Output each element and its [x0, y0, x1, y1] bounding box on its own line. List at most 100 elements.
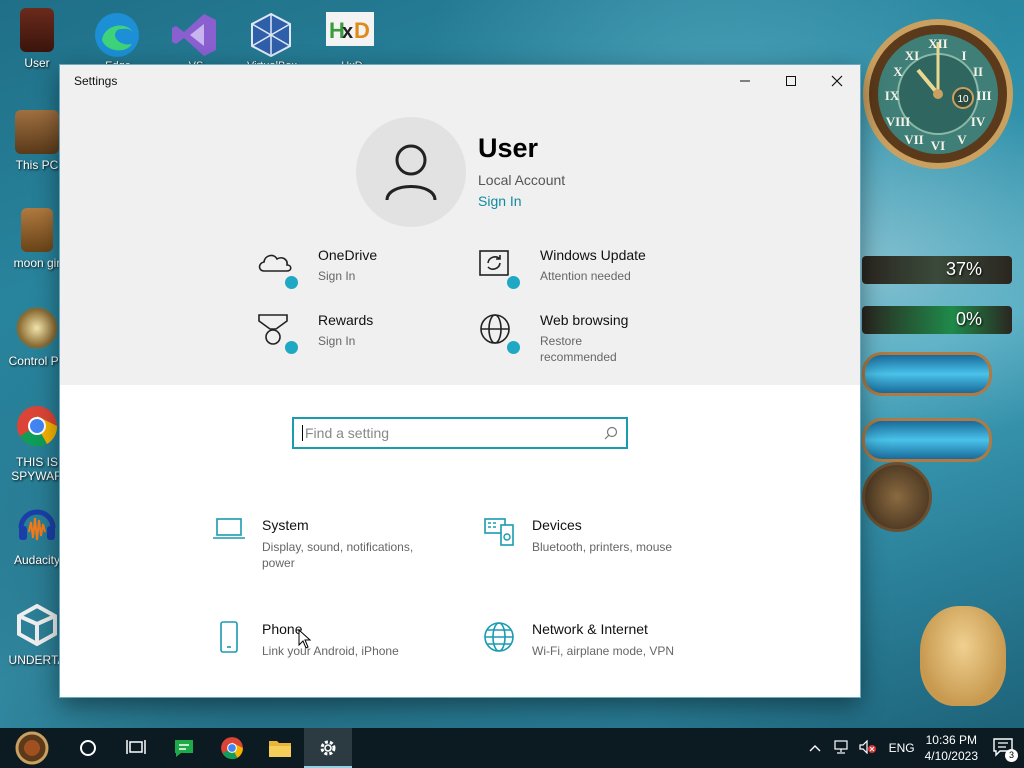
status-badge: [505, 274, 522, 291]
avatar[interactable]: [356, 117, 466, 227]
chrome-taskbar-button[interactable]: [208, 728, 256, 768]
notifications-button[interactable]: 3: [992, 737, 1018, 762]
account-header: User Local Account Sign In OneDrive Sign…: [60, 97, 860, 385]
sheets-taskbar-button[interactable]: [160, 728, 208, 768]
category-title: Network & Internet: [532, 621, 648, 637]
ram-gauge: 0%: [862, 306, 1012, 334]
moon-girl-icon: [21, 208, 53, 252]
category-network[interactable]: Network & Internet Wi-Fi, airplane mode,…: [482, 621, 702, 659]
svg-text:D: D: [354, 18, 370, 43]
clock-time: 10:36 PM: [925, 733, 977, 747]
edge-icon: [95, 13, 139, 57]
tile-title: Windows Update: [540, 247, 646, 263]
category-phone[interactable]: Phone Link your Android, iPhone: [212, 621, 432, 659]
svg-text:x: x: [342, 21, 353, 43]
search-input[interactable]: [302, 425, 604, 441]
user-icon: [385, 144, 437, 201]
svg-text:VII: VII: [904, 132, 924, 147]
audacity-icon: [18, 509, 56, 541]
start-button[interactable]: [0, 728, 64, 768]
category-system[interactable]: System Display, sound, notifications, po…: [212, 517, 432, 571]
show-hidden-icons-button[interactable]: [809, 741, 821, 755]
category-title: Devices: [532, 517, 582, 533]
tile-windows-update[interactable]: Windows Update Attention needed: [478, 247, 650, 291]
taskbar-clock[interactable]: 10:36 PM 4/10/2023: [925, 732, 978, 764]
category-subtitle: Display, sound, notifications, power: [262, 540, 414, 570]
category-devices[interactable]: Devices Bluetooth, printers, mouse: [482, 517, 702, 555]
notification-count-badge: 3: [1005, 748, 1018, 762]
user-name: User: [478, 133, 539, 163]
svg-text:10: 10: [957, 94, 969, 105]
onedrive-icon-wrap: [256, 247, 300, 291]
task-view-button[interactable]: [112, 728, 160, 768]
hamster-decoration: [920, 606, 1006, 706]
status-badge: [283, 339, 300, 356]
gear-decoration: [862, 462, 932, 532]
onedrive-cloud-icon: [258, 254, 292, 272]
settings-taskbar-button[interactable]: [304, 728, 352, 768]
sign-in-link[interactable]: Sign In: [478, 193, 522, 209]
tile-subtitle: Sign In: [318, 334, 356, 348]
edge-desktop-icon[interactable]: Edge: [92, 10, 144, 72]
minimize-button[interactable]: [722, 65, 768, 97]
svg-text:XI: XI: [905, 48, 919, 63]
window-title: Settings: [74, 74, 118, 88]
file-explorer-button[interactable]: [256, 728, 304, 768]
svg-text:X: X: [893, 64, 903, 79]
svg-text:VIII: VIII: [886, 114, 911, 129]
cortana-circle-icon: [80, 740, 96, 756]
this-pc-icon: [15, 110, 59, 154]
taskbar: ENG 10:36 PM 4/10/2023 3: [0, 728, 1024, 768]
virtualbox-icon: [251, 12, 291, 58]
tile-web-browsing[interactable]: Web browsing Restore recommended: [478, 312, 650, 365]
tube-gauge-2: [862, 418, 992, 462]
svg-text:III: III: [976, 88, 991, 103]
gear-icon: [320, 740, 336, 756]
mouse-cursor-icon: [298, 629, 312, 649]
tile-subtitle: Sign In: [318, 269, 356, 283]
svg-text:I: I: [961, 48, 966, 63]
tile-rewards[interactable]: Rewards Sign In: [256, 312, 428, 356]
close-button[interactable]: [814, 65, 860, 97]
category-title: System: [262, 517, 309, 533]
task-view-icon: [126, 740, 146, 754]
virtualbox-desktop-icon[interactable]: VirtualBox: [246, 10, 298, 72]
tile-title: Rewards: [318, 312, 374, 328]
devices-icon: [484, 518, 514, 546]
network-tray-button[interactable]: [833, 739, 849, 757]
chrome-icon: [221, 737, 243, 760]
status-badge: [283, 274, 300, 291]
search-icon[interactable]: [604, 426, 618, 440]
category-subtitle: Bluetooth, printers, mouse: [532, 540, 673, 554]
chat-app-icon: [175, 740, 193, 757]
start-orb-icon: [15, 731, 49, 765]
search-taskbar-button[interactable]: [64, 728, 112, 768]
hxd-desktop-icon[interactable]: H x D HxD: [326, 10, 378, 72]
search-box[interactable]: [292, 417, 628, 449]
clock-widget: XIIIIIVIIX IIIIVV VIIVIIIXXI 10: [863, 19, 1013, 169]
maximize-button[interactable]: [768, 65, 814, 97]
network-icon: [833, 739, 848, 754]
tube-gauge-1: [862, 352, 992, 396]
title-bar[interactable]: Settings: [60, 65, 860, 97]
minimize-icon: [740, 80, 750, 82]
visual-studio-desktop-icon[interactable]: VS: [170, 10, 222, 72]
tile-title: Web browsing: [540, 312, 629, 328]
tile-title: OneDrive: [318, 247, 378, 263]
volume-tray-button[interactable]: [858, 739, 877, 757]
account-type: Local Account: [478, 172, 566, 188]
tile-subtitle: Attention needed: [540, 269, 631, 283]
maximize-icon: [786, 76, 796, 86]
globe-icon: [484, 622, 514, 652]
svg-text:IV: IV: [971, 114, 986, 129]
windows-update-icon: [479, 250, 509, 276]
desktop-icon-user[interactable]: User: [2, 8, 72, 70]
hxd-icon: H x D: [326, 12, 374, 46]
language-indicator[interactable]: ENG: [889, 741, 915, 755]
category-title: Phone: [262, 621, 303, 637]
tile-subtitle: Restore recommended: [540, 334, 617, 364]
phone-icon: [220, 621, 238, 653]
windows-update-icon-wrap: [478, 247, 522, 291]
tile-onedrive[interactable]: OneDrive Sign In: [256, 247, 428, 291]
unity-icon: [17, 603, 57, 647]
